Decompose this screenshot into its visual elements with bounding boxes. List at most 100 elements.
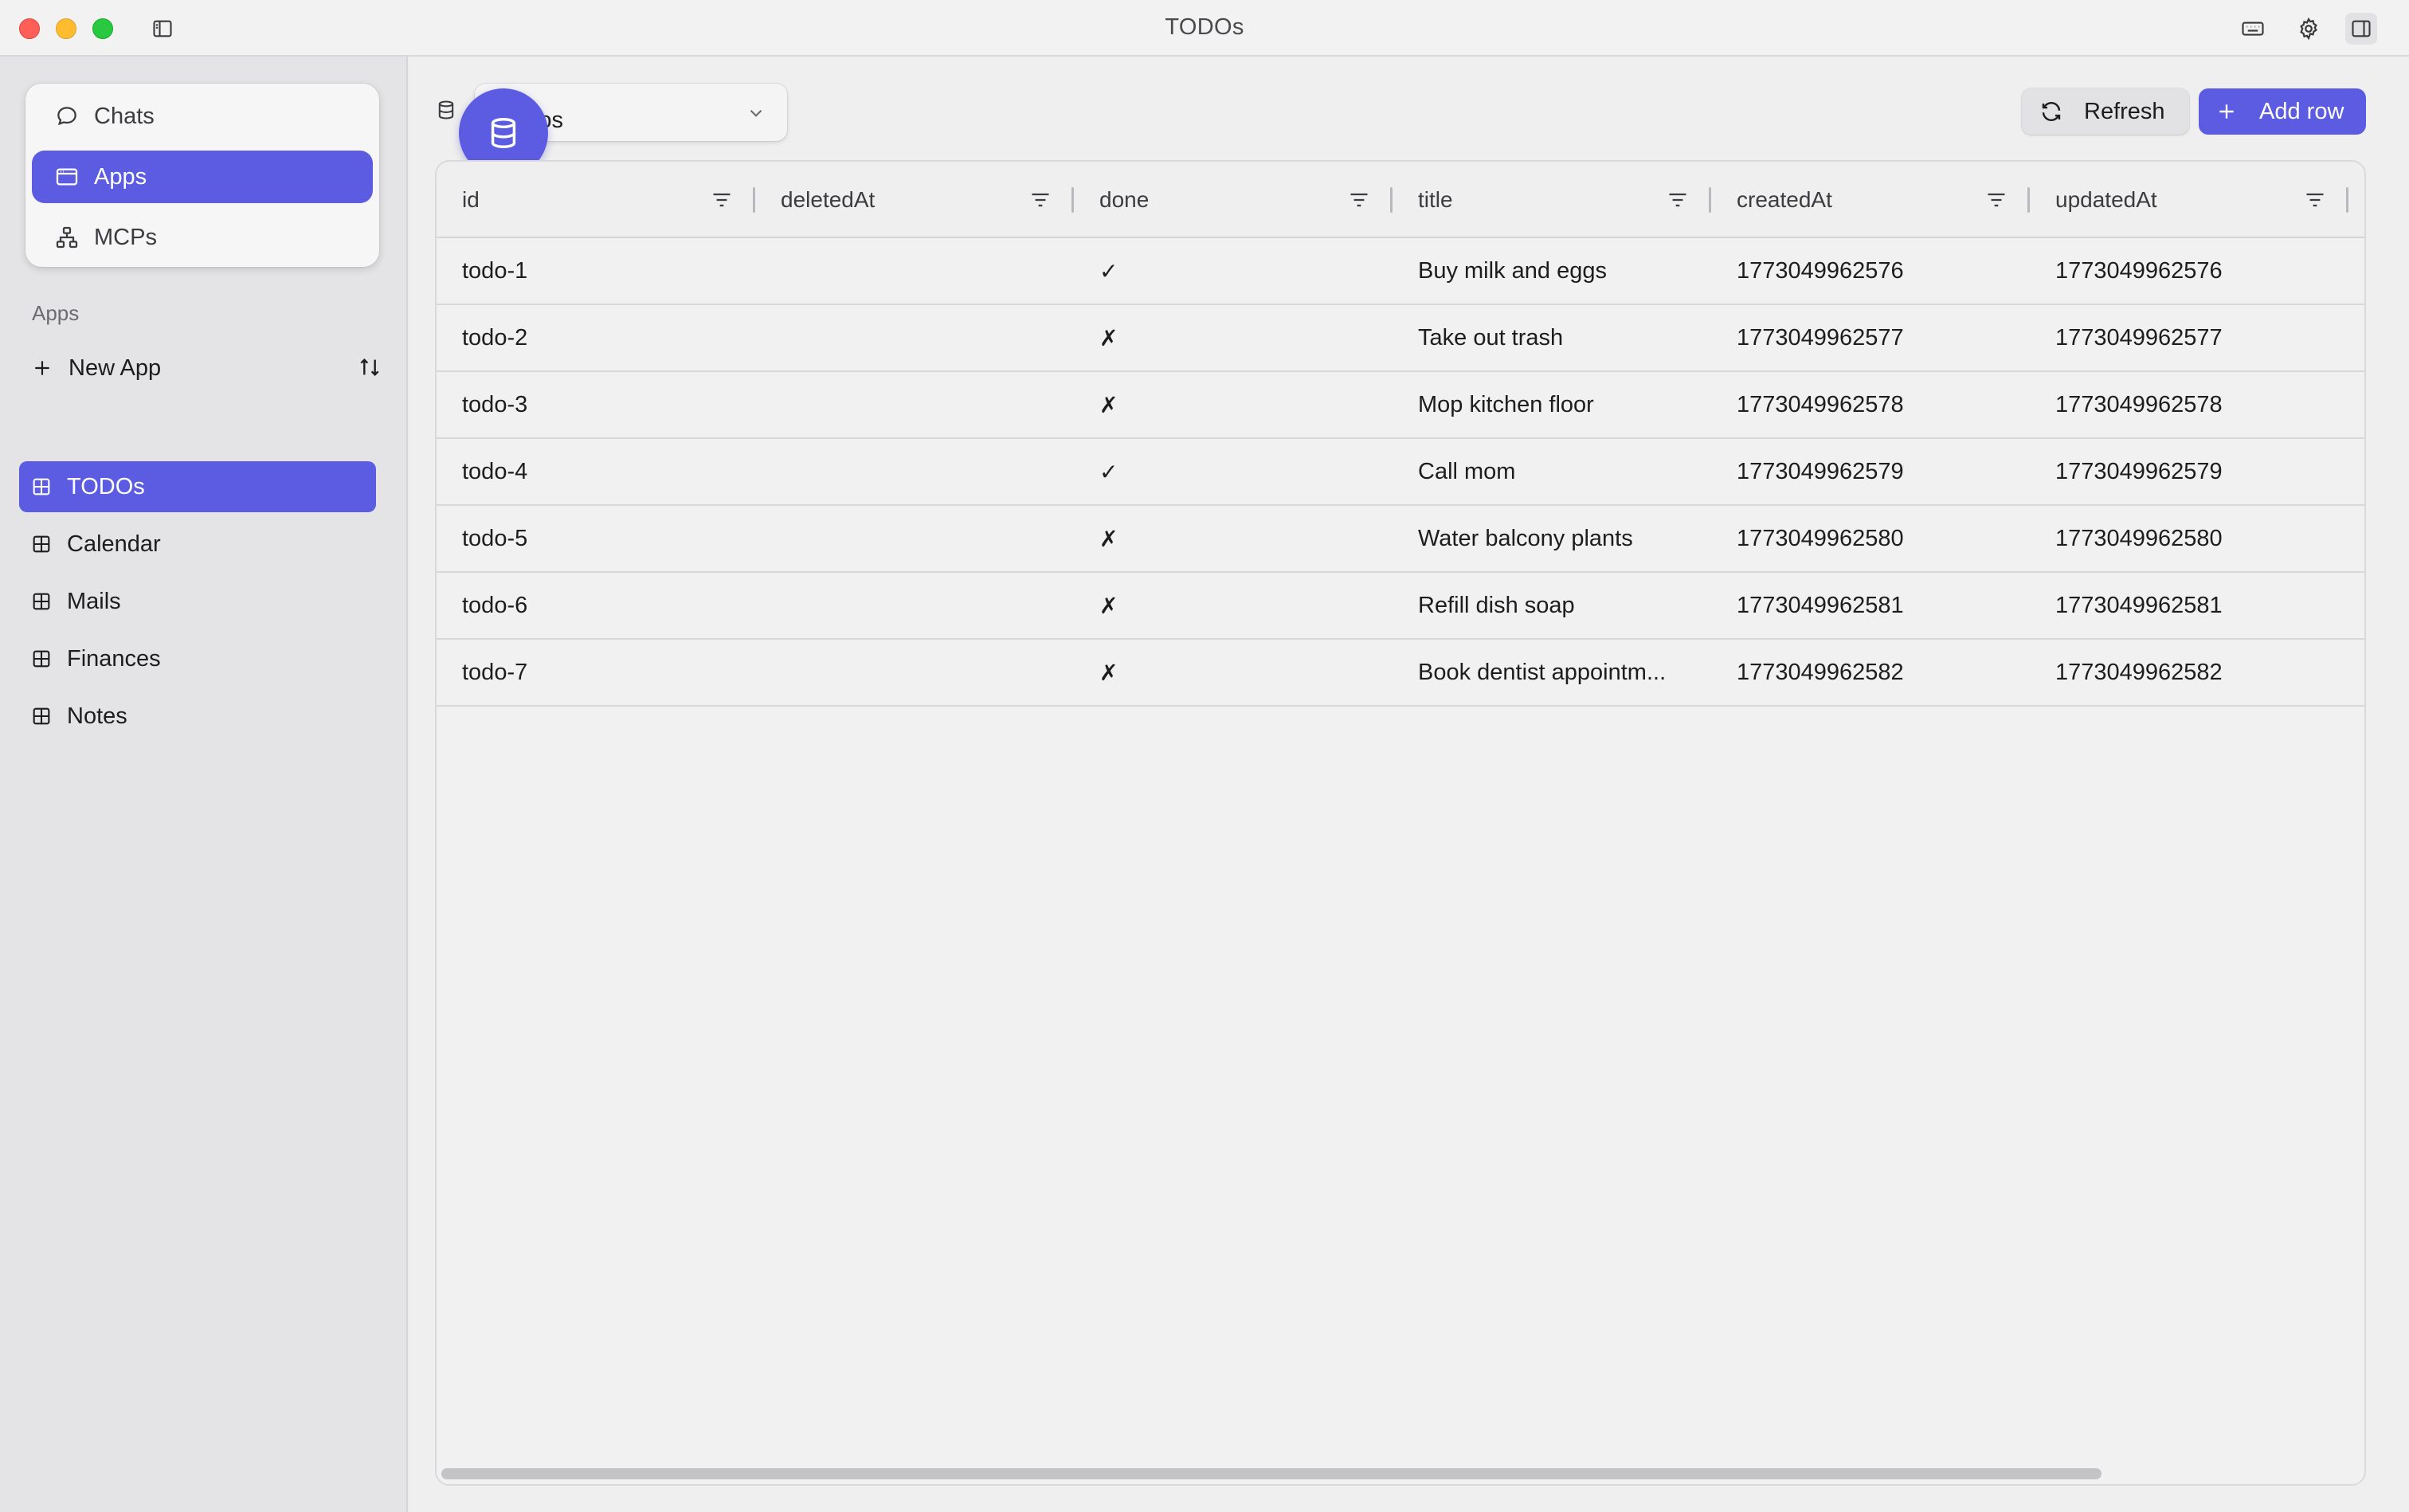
cell-updatedat[interactable]: 1773049962582	[2030, 640, 2348, 705]
cell-title[interactable]: Refill dish soap	[1393, 573, 1711, 638]
horizontal-scrollbar[interactable]	[441, 1468, 2102, 1479]
main-content: todos Refresh Add row iddeletedAtdonetit…	[409, 57, 2409, 1512]
cell-id[interactable]: todo-7	[437, 640, 755, 705]
mode-item-chats[interactable]: Chats	[32, 90, 373, 143]
cell-createdat[interactable]: 1773049962577	[1711, 305, 2030, 370]
grid-icon	[33, 593, 50, 610]
column-header-label: title	[1418, 187, 1453, 212]
cell-done[interactable]: ✓	[1074, 439, 1393, 504]
cell-createdat[interactable]: 1773049962582	[1711, 640, 2030, 705]
app-item-todos[interactable]: TODOs	[19, 461, 376, 512]
add-row-button[interactable]: Add row	[2199, 88, 2366, 135]
table-row[interactable]: todo-4 ✓ Call mom 1773049962579 177304996257…	[437, 439, 2364, 506]
filter-icon[interactable]	[1348, 190, 1370, 210]
cell-createdat[interactable]: 1773049962578	[1711, 372, 2030, 437]
mode-label: Apps	[94, 163, 147, 190]
cell-createdat[interactable]: 1773049962576	[1711, 238, 2030, 304]
cell-deletedat[interactable]	[755, 372, 1074, 437]
cell-deletedat[interactable]	[755, 506, 1074, 571]
column-header-title[interactable]: title	[1393, 162, 1711, 238]
cell-updatedat[interactable]: 1773049962580	[2030, 506, 2348, 571]
column-header-id[interactable]: id	[437, 162, 755, 238]
grid-icon	[33, 535, 50, 553]
column-header-deletedat[interactable]: deletedAt	[755, 162, 1074, 238]
mode-label: MCPs	[94, 224, 157, 250]
cell-title[interactable]: Call mom	[1393, 439, 1711, 504]
app-item-label: Mails	[67, 588, 121, 614]
cell-deletedat[interactable]	[755, 640, 1074, 705]
new-app-button[interactable]: New App	[32, 348, 382, 388]
column-resize-handle[interactable]	[2346, 187, 2348, 213]
cell-id[interactable]: todo-3	[437, 372, 755, 437]
add-row-label: Add row	[2259, 98, 2344, 124]
new-app-label: New App	[69, 354, 162, 381]
cell-title[interactable]: Take out trash	[1393, 305, 1711, 370]
column-header-label: deletedAt	[781, 187, 875, 212]
app-item-label: Finances	[67, 645, 161, 672]
cell-id[interactable]: todo-2	[437, 305, 755, 370]
sort-icon[interactable]	[357, 354, 382, 380]
app-item-label: Calendar	[67, 531, 161, 557]
cell-id[interactable]: todo-1	[437, 238, 755, 304]
table-row[interactable]: todo-3 ✗ Mop kitchen floor 1773049962578 177…	[437, 372, 2364, 439]
column-header-createdat[interactable]: createdAt	[1711, 162, 2030, 238]
filter-icon[interactable]	[1667, 190, 1689, 210]
table-row[interactable]: todo-6 ✗ Refill dish soap 1773049962581 1773…	[437, 573, 2364, 640]
cell-title[interactable]: Mop kitchen floor	[1393, 372, 1711, 437]
cell-done[interactable]: ✗	[1074, 506, 1393, 571]
app-item-notes[interactable]: Notes	[19, 691, 376, 742]
gear-icon[interactable]	[2293, 13, 2325, 45]
app-item-label: Notes	[67, 703, 127, 729]
cell-title[interactable]: Book dentist appointm...	[1393, 640, 1711, 705]
cell-updatedat[interactable]: 1773049962578	[2030, 372, 2348, 437]
cell-deletedat[interactable]	[755, 573, 1074, 638]
refresh-button[interactable]: Refresh	[2022, 88, 2189, 135]
app-item-mails[interactable]: Mails	[19, 576, 376, 627]
grid-icon	[33, 478, 50, 496]
keyboard-icon[interactable]	[2237, 13, 2269, 45]
table-header: id deletedAt done title createdAt updatedAt	[437, 162, 2364, 238]
mode-item-apps[interactable]: Apps	[32, 151, 373, 203]
app-item-finances[interactable]: Finances	[19, 633, 376, 684]
app-item-calendar[interactable]: Calendar	[19, 519, 376, 570]
app-list: TODOs Calendar Mails Finances Notes	[19, 461, 376, 748]
column-header-updatedat[interactable]: updatedAt	[2030, 162, 2348, 238]
cell-title[interactable]: Buy milk and eggs	[1393, 238, 1711, 304]
cell-updatedat[interactable]: 1773049962581	[2030, 573, 2348, 638]
column-header-done[interactable]: done	[1074, 162, 1393, 238]
table-row[interactable]: todo-7 ✗ Book dentist appointm... 177304996…	[437, 640, 2364, 707]
chevron-down-icon	[750, 109, 762, 117]
cell-deletedat[interactable]	[755, 238, 1074, 304]
sidebar: Chats Apps MCPs Apps New App TODOs Calen…	[0, 57, 408, 1512]
cell-updatedat[interactable]: 1773049962577	[2030, 305, 2348, 370]
cell-deletedat[interactable]	[755, 305, 1074, 370]
title-bar: TODOs	[0, 0, 2409, 57]
cell-done[interactable]: ✓	[1074, 238, 1393, 304]
cell-updatedat[interactable]: 1773049962576	[2030, 238, 2348, 304]
cell-done[interactable]: ✗	[1074, 640, 1393, 705]
table-row[interactable]: todo-2 ✗ Take out trash 1773049962577 177304…	[437, 305, 2364, 372]
table-row[interactable]: todo-1 ✓ Buy milk and eggs 1773049962576 177…	[437, 238, 2364, 305]
filter-icon[interactable]	[2304, 190, 2326, 210]
cell-createdat[interactable]: 1773049962580	[1711, 506, 2030, 571]
mode-item-mcps[interactable]: MCPs	[32, 211, 373, 264]
cell-id[interactable]: todo-6	[437, 573, 755, 638]
cell-id[interactable]: todo-4	[437, 439, 755, 504]
cell-title[interactable]: Water balcony plants	[1393, 506, 1711, 571]
cell-id[interactable]: todo-5	[437, 506, 755, 571]
filter-icon[interactable]	[1985, 190, 2007, 210]
cell-createdat[interactable]: 1773049962581	[1711, 573, 2030, 638]
cell-done[interactable]: ✗	[1074, 372, 1393, 437]
plus-icon	[2219, 104, 2234, 119]
cell-done[interactable]: ✗	[1074, 305, 1393, 370]
table-row[interactable]: todo-5 ✗ Water balcony plants 1773049962580…	[437, 506, 2364, 573]
column-header-label: id	[462, 187, 480, 212]
filter-icon[interactable]	[711, 190, 733, 210]
cell-deletedat[interactable]	[755, 439, 1074, 504]
cell-updatedat[interactable]: 1773049962579	[2030, 439, 2348, 504]
cell-createdat[interactable]: 1773049962579	[1711, 439, 2030, 504]
filter-icon[interactable]	[1029, 190, 1052, 210]
mode-label: Chats	[94, 103, 155, 129]
cell-done[interactable]: ✗	[1074, 573, 1393, 638]
right-panel-toggle-icon[interactable]	[2345, 13, 2377, 45]
